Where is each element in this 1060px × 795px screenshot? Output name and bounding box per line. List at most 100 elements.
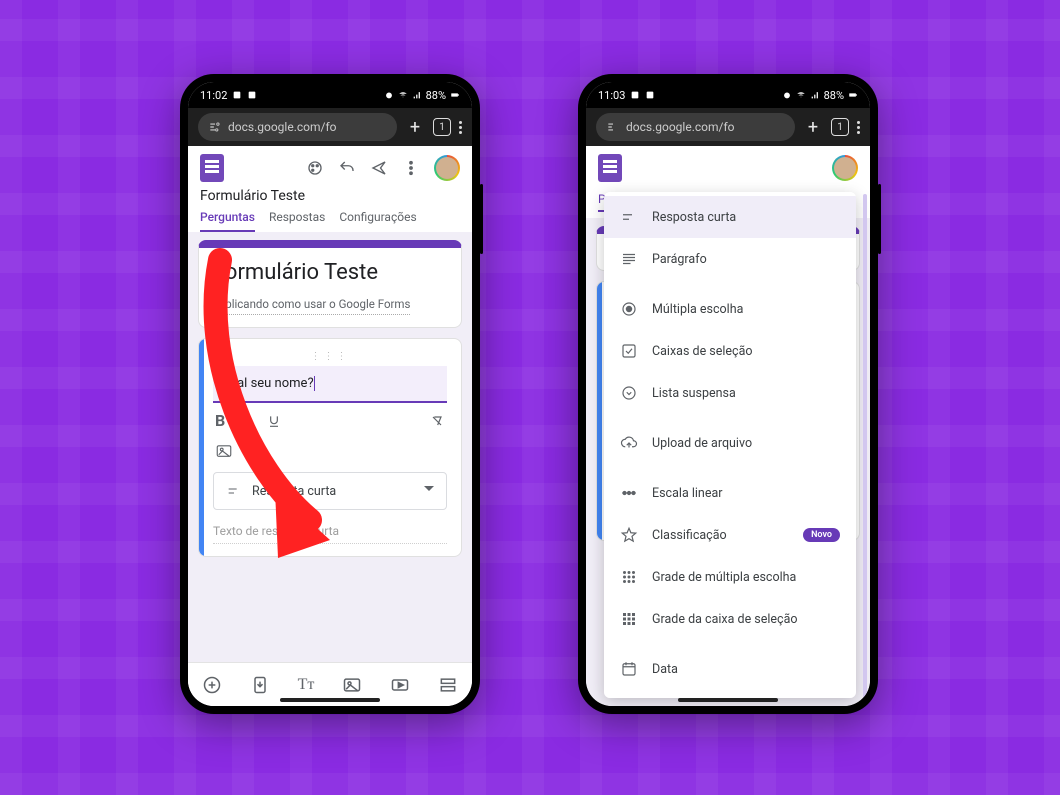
undo-icon[interactable] [338, 159, 356, 177]
form-title[interactable]: Formulário Teste [213, 260, 447, 285]
cloud-upload-icon [620, 434, 638, 452]
page-settings-icon [208, 120, 222, 134]
linear-scale-icon [620, 484, 638, 502]
menu-item-time[interactable]: Horário [604, 690, 856, 698]
browser-toolbar: docs.google.com/fo + 1 [586, 108, 870, 146]
form-tabs: Perguntas Respostas Configurações [200, 210, 460, 232]
user-avatar[interactable] [434, 155, 460, 181]
battery-pct: 88% [426, 89, 446, 102]
question-card[interactable]: ⋮⋮⋮ Qual seu nome? B I Resposta c [198, 338, 462, 557]
menu-item-paragraph[interactable]: Parágrafo [604, 238, 856, 280]
drag-handle-icon[interactable]: ⋮⋮⋮ [213, 351, 447, 362]
add-section-icon[interactable] [438, 675, 458, 695]
add-video-icon[interactable] [390, 675, 410, 695]
document-name[interactable]: Formulário Teste [200, 188, 460, 204]
user-avatar[interactable] [832, 155, 858, 181]
format-toolbar: B I [213, 403, 447, 438]
phone-side-button [878, 184, 881, 254]
signal-icon [810, 90, 820, 100]
menu-item-grid-radio[interactable]: Grade de múltipla escolha [604, 556, 856, 598]
phone-frame-left: 11:02 88% docs.google.com/fo + 1 [180, 74, 480, 714]
grid-check-icon [620, 610, 638, 628]
menu-item-grid-check[interactable]: Grade da caixa de seleção [604, 598, 856, 640]
google-forms-logo-icon [200, 154, 224, 182]
insert-image-icon[interactable] [215, 442, 233, 460]
url-text: docs.google.com/fo [626, 120, 734, 134]
alarm-icon [782, 90, 792, 100]
status-time: 11:03 [598, 89, 625, 102]
alarm-icon [384, 90, 394, 100]
menu-item-file-upload[interactable]: Upload de arquivo [604, 414, 856, 464]
scrollbar[interactable] [863, 194, 867, 700]
battery-icon [450, 90, 460, 100]
new-tab-button[interactable]: + [405, 117, 425, 138]
notification-icon [232, 90, 242, 100]
page-background [0, 0, 1060, 795]
wifi-icon [398, 90, 408, 100]
checkbox-icon [620, 342, 638, 360]
question-type-label: Resposta curta [252, 484, 336, 499]
tab-switch-button[interactable]: 1 [433, 118, 451, 136]
more-icon[interactable] [402, 159, 420, 177]
home-indicator [678, 698, 778, 702]
add-title-icon[interactable]: Tᴛ [298, 676, 315, 694]
phone-frame-right: 11:03 88% docs.google.com/fo + 1 [578, 74, 878, 714]
battery-pct: 88% [824, 89, 844, 102]
format-bold-icon[interactable]: B [215, 411, 225, 430]
url-bar[interactable]: docs.google.com/fo [596, 113, 795, 141]
browser-toolbar: docs.google.com/fo + 1 [188, 108, 472, 146]
new-tab-button[interactable]: + [803, 117, 823, 138]
clear-format-icon[interactable] [429, 413, 445, 429]
star-icon [620, 526, 638, 544]
format-underline-icon[interactable] [266, 413, 282, 429]
tab-respostas[interactable]: Respostas [269, 210, 325, 232]
browser-menu-button[interactable] [857, 121, 860, 134]
screen-right: 11:03 88% docs.google.com/fo + 1 [586, 82, 870, 706]
import-questions-icon[interactable] [250, 675, 270, 695]
add-question-icon[interactable] [202, 675, 222, 695]
page-settings-icon [606, 120, 620, 134]
notification-icon [645, 90, 655, 100]
answer-placeholder: Texto de resposta curta [213, 524, 447, 544]
forms-app: Formulário Teste Perguntas Respostas Con… [188, 146, 472, 706]
menu-item-date[interactable]: Data [604, 640, 856, 690]
tab-switch-button[interactable]: 1 [831, 118, 849, 136]
menu-item-multiple-choice[interactable]: Múltipla escolha [604, 280, 856, 330]
camera-notch [721, 88, 735, 102]
short-answer-icon [226, 483, 242, 499]
form-canvas: Formulário Teste Explicando como usar o … [188, 232, 472, 617]
question-type-select[interactable]: Resposta curta [213, 472, 447, 510]
url-text: docs.google.com/fo [228, 120, 336, 134]
tab-perguntas[interactable]: Perguntas [200, 210, 255, 232]
app-header: Formulário Teste Perguntas Respostas Con… [188, 146, 472, 232]
form-description[interactable]: Explicando como usar o Google Forms [213, 297, 410, 315]
tab-configuracoes[interactable]: Configurações [339, 210, 416, 232]
home-indicator [280, 698, 380, 702]
camera-notch [323, 88, 337, 102]
radio-icon [620, 300, 638, 318]
add-image-icon[interactable] [342, 675, 362, 695]
question-title-input[interactable]: Qual seu nome? [213, 366, 447, 403]
url-bar[interactable]: docs.google.com/fo [198, 113, 397, 141]
chevron-down-icon [424, 486, 434, 496]
menu-item-rating[interactable]: Classificação Novo [604, 514, 856, 556]
palette-icon[interactable] [306, 159, 324, 177]
send-icon[interactable] [370, 159, 388, 177]
notification-icon [247, 90, 257, 100]
grid-radio-icon [620, 568, 638, 586]
menu-item-linear-scale[interactable]: Escala linear [604, 464, 856, 514]
format-italic-icon[interactable]: I [243, 411, 248, 430]
new-badge: Novo [803, 528, 840, 542]
menu-item-dropdown[interactable]: Lista suspensa [604, 372, 856, 414]
signal-icon [412, 90, 422, 100]
menu-item-short-answer[interactable]: Resposta curta [604, 196, 856, 238]
phone-side-button [480, 184, 483, 254]
screen-left: 11:02 88% docs.google.com/fo + 1 [188, 82, 472, 706]
status-time: 11:02 [200, 89, 227, 102]
browser-menu-button[interactable] [459, 121, 462, 134]
title-card[interactable]: Formulário Teste Explicando como usar o … [198, 240, 462, 328]
question-type-menu: Resposta curta Parágrafo Múltipla escolh… [604, 192, 856, 698]
menu-item-checkboxes[interactable]: Caixas de seleção [604, 330, 856, 372]
forms-app: P Resposta curta Parágrafo Múl [586, 146, 870, 706]
short-answer-icon [620, 208, 638, 226]
